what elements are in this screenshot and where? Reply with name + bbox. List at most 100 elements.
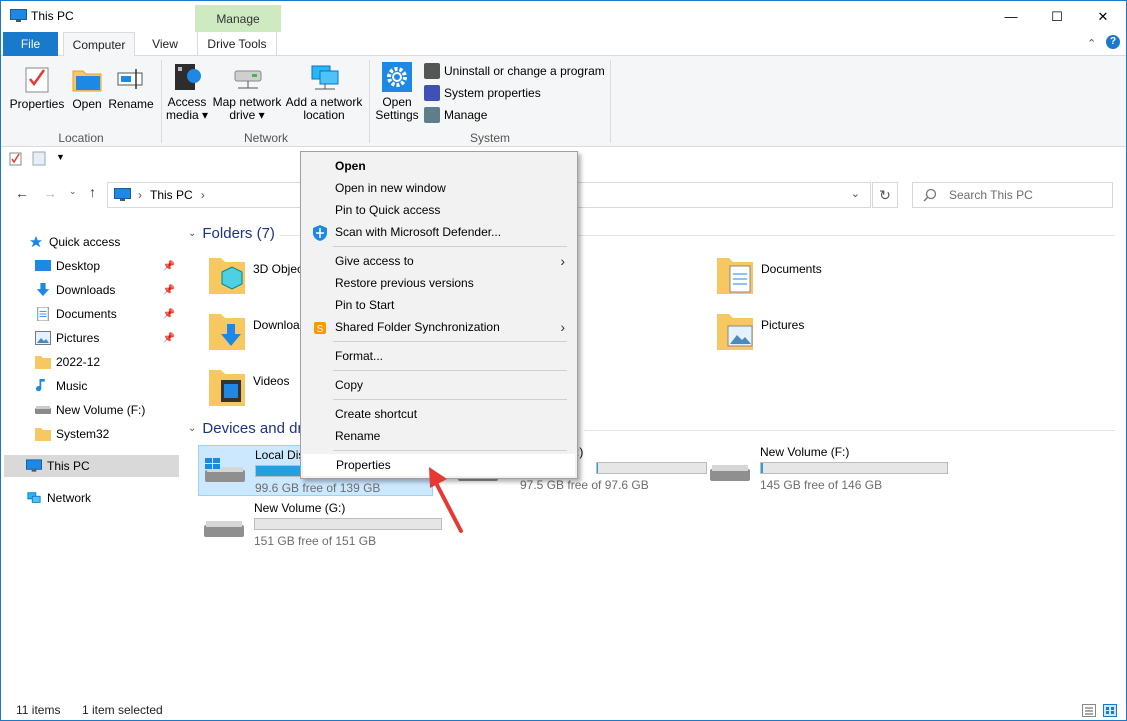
- menu-item-create-shortcut[interactable]: Create shortcut: [303, 403, 575, 425]
- nav-label: Desktop: [56, 259, 100, 273]
- drive-name: New Volume (G:): [254, 501, 442, 515]
- menu-item-label: Properties: [336, 458, 391, 472]
- pin-icon[interactable]: 📌: [163, 309, 175, 320]
- folder-item-downloads[interactable]: Downloa: [208, 310, 300, 354]
- nav-item-2022-12[interactable]: 2022-12: [1, 351, 179, 373]
- nav-item-pictures[interactable]: Pictures 📌: [1, 327, 179, 349]
- pin-icon[interactable]: 📌: [163, 261, 175, 272]
- address-dropdown-icon[interactable]: ⌄: [851, 187, 860, 200]
- breadcrumb-this-pc[interactable]: This PC: [150, 188, 193, 202]
- up-arrow-icon[interactable]: ↑: [89, 184, 96, 200]
- menu-separator: [333, 399, 567, 400]
- menu-item-give-access[interactable]: Give access to›: [303, 250, 575, 272]
- customize-toolbar-icon[interactable]: ▼: [56, 152, 65, 162]
- system-properties-button[interactable]: System properties: [424, 84, 605, 102]
- menu-item-label: Open: [335, 159, 366, 173]
- map-network-drive-button[interactable]: Map network drive ▾: [210, 62, 284, 122]
- nav-item-downloads[interactable]: Downloads 📌: [1, 279, 179, 301]
- menu-separator: [333, 246, 567, 247]
- menu-item-shared-folder-sync[interactable]: S Shared Folder Synchronization›: [303, 316, 575, 338]
- drive-usage-bar: [254, 518, 442, 530]
- nav-label: New Volume (F:): [56, 403, 145, 417]
- nav-label: Network: [47, 491, 91, 505]
- open-settings-button[interactable]: Open Settings: [373, 62, 421, 122]
- nav-item-desktop[interactable]: Desktop 📌: [1, 255, 179, 277]
- documents-folder-icon: [716, 254, 754, 298]
- pin-icon[interactable]: 📌: [163, 285, 175, 296]
- details-view-icon[interactable]: [1082, 704, 1096, 717]
- close-button[interactable]: ✕: [1080, 1, 1126, 32]
- folders-group-header[interactable]: ⌄ Folders (7): [188, 225, 275, 242]
- uninstall-program-button[interactable]: Uninstall or change a program: [424, 62, 605, 80]
- forward-arrow-icon[interactable]: →: [43, 185, 57, 201]
- menu-item-scan-defender[interactable]: Scan with Microsoft Defender...: [303, 221, 575, 243]
- drive-icon: [708, 459, 752, 489]
- manage-label: Manage: [444, 108, 487, 122]
- menu-item-format[interactable]: Format...: [303, 345, 575, 367]
- recent-locations-icon[interactable]: ⌄: [69, 186, 77, 197]
- rename-button[interactable]: Rename: [107, 64, 155, 111]
- menu-item-copy[interactable]: Copy: [303, 374, 575, 396]
- folder-label: 3D Objec: [253, 262, 303, 276]
- menu-item-open[interactable]: Open: [303, 155, 575, 177]
- drive-usage-fill: [256, 466, 304, 476]
- menu-item-pin-to-start[interactable]: Pin to Start: [303, 294, 575, 316]
- nav-item-quick-access[interactable]: Quick access: [1, 231, 179, 253]
- tab-view[interactable]: View: [141, 32, 189, 56]
- 3d-objects-folder-icon: [208, 254, 246, 298]
- search-input[interactable]: Search This PC: [912, 182, 1113, 208]
- nav-item-music[interactable]: Music: [1, 375, 179, 397]
- menu-item-label: Shared Folder Synchronization: [335, 320, 500, 334]
- system-properties-icon: [424, 85, 440, 101]
- folder-item-videos[interactable]: Videos: [208, 366, 289, 410]
- open-settings-label-2: Settings: [375, 109, 418, 122]
- drive-item-new-volume-f[interactable]: New Volume (F:) 145 GB free of 146 GB: [708, 445, 948, 492]
- nav-item-this-pc[interactable]: This PC: [4, 455, 179, 477]
- nav-item-network[interactable]: Network: [1, 487, 179, 509]
- network-drive-icon: [232, 62, 262, 92]
- menu-item-restore-versions[interactable]: Restore previous versions: [303, 272, 575, 294]
- explorer-window: This PC Manage — ☐ ✕ File Computer View …: [0, 0, 1127, 721]
- new-folder-icon[interactable]: [32, 151, 46, 166]
- collapse-ribbon-icon[interactable]: ⌃: [1087, 37, 1096, 50]
- menu-item-pin-quick-access[interactable]: Pin to Quick access: [303, 199, 575, 221]
- nav-item-new-volume-f[interactable]: New Volume (F:): [1, 399, 179, 421]
- add-network-location-button[interactable]: Add a network location: [284, 62, 364, 122]
- menu-item-label: Copy: [335, 378, 363, 392]
- folder-item-documents[interactable]: Documents: [716, 254, 822, 298]
- pin-icon[interactable]: 📌: [163, 333, 175, 344]
- nav-item-system32[interactable]: System32: [1, 423, 179, 445]
- tiles-view-icon[interactable]: [1103, 704, 1117, 717]
- refresh-icon[interactable]: ↻: [872, 182, 898, 208]
- maximize-button[interactable]: ☐: [1034, 1, 1080, 32]
- properties-icon[interactable]: [9, 151, 23, 166]
- devices-group-header[interactable]: ⌄ Devices and dr: [188, 420, 302, 437]
- menu-item-label: Format...: [335, 349, 383, 363]
- open-folder-icon: [72, 64, 102, 94]
- title-bar: This PC Manage — ☐ ✕: [1, 1, 1126, 32]
- tab-computer[interactable]: Computer: [63, 32, 135, 57]
- nav-item-documents[interactable]: Documents 📌: [1, 303, 179, 325]
- access-media-button[interactable]: Access media ▾: [164, 62, 210, 122]
- drive-free-space: 99.6 GB free of 139 GB: [255, 481, 380, 495]
- folder-item-pictures[interactable]: Pictures: [716, 310, 804, 354]
- annotation-arrow-icon: [421, 461, 471, 536]
- menu-item-label: Restore previous versions: [335, 276, 474, 290]
- minimize-button[interactable]: —: [988, 1, 1034, 32]
- open-button[interactable]: Open: [67, 64, 107, 111]
- folder-item-3d-objects[interactable]: 3D Objec: [208, 254, 303, 298]
- back-arrow-icon[interactable]: ←: [15, 185, 29, 201]
- tab-drive-tools[interactable]: Drive Tools: [197, 32, 277, 56]
- help-icon[interactable]: ?: [1106, 35, 1120, 49]
- menu-item-rename[interactable]: Rename: [303, 425, 575, 447]
- nav-label: Music: [56, 379, 87, 393]
- manage-button[interactable]: Manage: [424, 106, 605, 124]
- search-icon: [923, 188, 937, 202]
- tab-file[interactable]: File: [3, 32, 58, 56]
- properties-button[interactable]: Properties: [7, 64, 67, 111]
- menu-item-open-new-window[interactable]: Open in new window: [303, 177, 575, 199]
- submenu-arrow-icon: ›: [560, 253, 565, 269]
- documents-icon: [35, 307, 51, 321]
- drive-item-new-volume-g[interactable]: New Volume (G:) 151 GB free of 151 GB: [202, 501, 442, 548]
- drive-usage-bar: [596, 462, 707, 474]
